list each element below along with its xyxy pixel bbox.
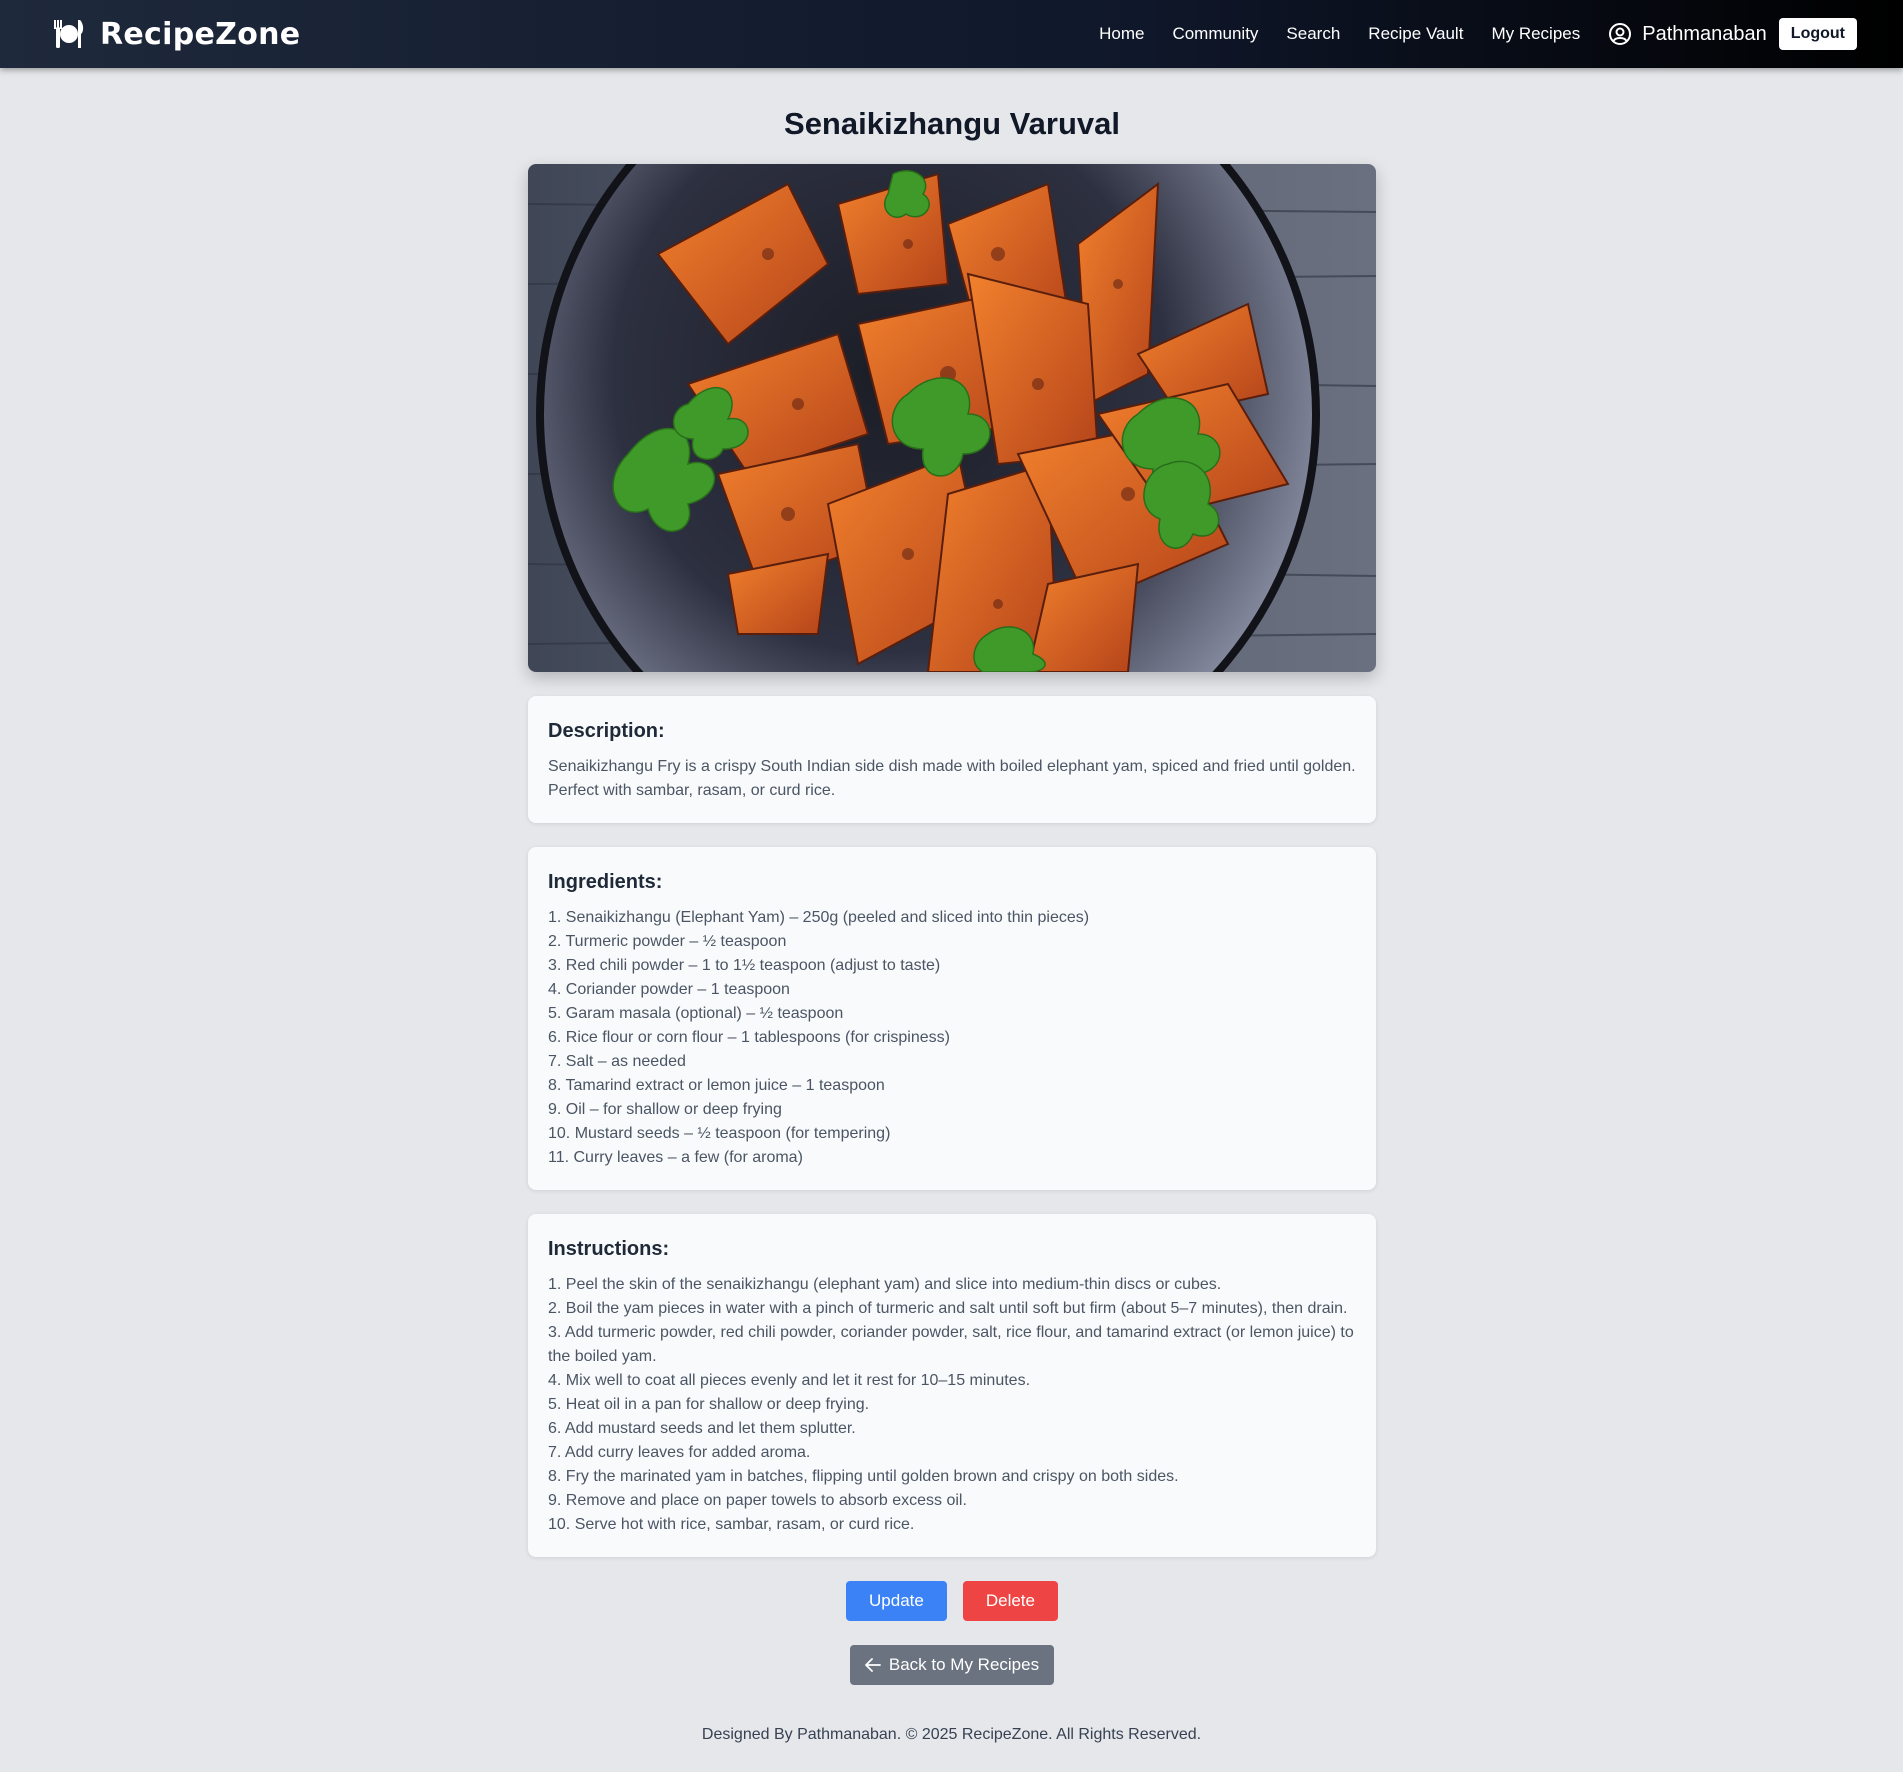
nav-home[interactable]: Home	[1099, 24, 1144, 44]
plate-cutlery-icon	[54, 20, 84, 48]
recipe-title: Senaikizhangu Varuval	[784, 106, 1120, 141]
user-menu[interactable]: Pathmanaban	[1608, 22, 1767, 46]
nav-links: Home Community Search Recipe Vault My Re…	[1071, 18, 1857, 50]
arrow-left-icon	[864, 1658, 881, 1672]
nav-recipe-vault[interactable]: Recipe Vault	[1368, 24, 1463, 44]
back-to-my-recipes-button[interactable]: Back to My Recipes	[849, 1645, 1055, 1685]
ingredient-item: 1. Senaikizhangu (Elephant Yam) – 250g (…	[548, 909, 1090, 926]
ingredient-item: 5. Garam masala (optional) – ½ teaspoon	[548, 1005, 844, 1022]
instruction-step: 4. Mix well to coat all pieces evenly an…	[548, 1372, 1031, 1389]
recipe-actions: Update Delete	[528, 1581, 1376, 1621]
ingredient-item: 8. Tamarind extract or lemon juice – 1 t…	[548, 1077, 885, 1094]
update-button[interactable]: Update	[846, 1581, 947, 1621]
brand-name: RecipeZone	[100, 16, 301, 52]
back-wrap: Back to My Recipes	[528, 1645, 1376, 1685]
description-text: Senaikizhangu Fry is a crispy South Indi…	[548, 758, 1356, 799]
ingredient-item: 11. Curry leaves – a few (for aroma)	[548, 1149, 803, 1166]
instruction-step: 10. Serve hot with rice, sambar, rasam, …	[548, 1516, 915, 1533]
footer: Designed By Pathmanaban. © 2025 RecipeZo…	[0, 1726, 1903, 1744]
instructions-heading: Instructions:	[548, 1238, 670, 1260]
instruction-step: 5. Heat oil in a pan for shallow or deep…	[548, 1396, 870, 1413]
nav-my-recipes[interactable]: My Recipes	[1491, 24, 1580, 44]
footer-text: Designed By Pathmanaban. © 2025 RecipeZo…	[701, 1726, 1202, 1743]
navbar: RecipeZone Home Community Search Recipe …	[0, 0, 1903, 68]
nav-community[interactable]: Community	[1172, 24, 1258, 44]
nav-search[interactable]: Search	[1286, 24, 1340, 44]
instruction-step: 1. Peel the skin of the senaikizhangu (e…	[548, 1276, 1222, 1293]
ingredient-item: 9. Oil – for shallow or deep frying	[548, 1101, 782, 1118]
instruction-step: 3. Add turmeric powder, red chili powder…	[548, 1324, 1354, 1365]
brand-link[interactable]: RecipeZone	[52, 17, 300, 52]
username: Pathmanaban	[1642, 22, 1767, 45]
delete-button[interactable]: Delete	[962, 1581, 1058, 1621]
back-label: Back to My Recipes	[888, 1655, 1040, 1674]
user-circle-icon	[1609, 23, 1632, 45]
ingredient-item: 10. Mustard seeds – ½ teaspoon (for temp…	[548, 1125, 891, 1142]
instruction-step: 6. Add mustard seeds and let them splutt…	[548, 1420, 856, 1437]
instruction-step: 8. Fry the marinated yam in batches, fli…	[548, 1468, 1179, 1485]
ingredient-item: 2. Turmeric powder – ½ teaspoon	[548, 933, 787, 950]
recipe-photo	[528, 164, 1376, 672]
recipe-detail: Senaikizhangu Varuval Description: Senai…	[528, 104, 1376, 1685]
ingredient-item: 3. Red chili powder – 1 to 1½ teaspoon (…	[548, 957, 941, 974]
instruction-step: 9. Remove and place on paper towels to a…	[548, 1492, 967, 1509]
recipe-image	[528, 164, 1376, 672]
instructions-card: Instructions: 1. Peel the skin of the se…	[528, 1214, 1376, 1557]
instructions-list: 1. Peel the skin of the senaikizhangu (e…	[548, 1273, 1356, 1537]
instruction-step: 7. Add curry leaves for added aroma.	[548, 1444, 811, 1461]
logout-button[interactable]: Logout	[1778, 18, 1857, 50]
ingredients-list: 1. Senaikizhangu (Elephant Yam) – 250g (…	[548, 906, 1356, 1170]
ingredient-item: 4. Coriander powder – 1 teaspoon	[548, 981, 790, 998]
description-heading: Description:	[548, 720, 665, 742]
ingredient-item: 6. Rice flour or corn flour – 1 tablespo…	[548, 1029, 950, 1046]
instruction-step: 2. Boil the yam pieces in water with a p…	[548, 1300, 1348, 1317]
ingredients-heading: Ingredients:	[548, 871, 663, 893]
ingredient-item: 7. Salt – as needed	[548, 1053, 686, 1070]
description-card: Description: Senaikizhangu Fry is a cris…	[528, 696, 1376, 823]
ingredients-card: Ingredients: 1. Senaikizhangu (Elephant …	[528, 847, 1376, 1190]
